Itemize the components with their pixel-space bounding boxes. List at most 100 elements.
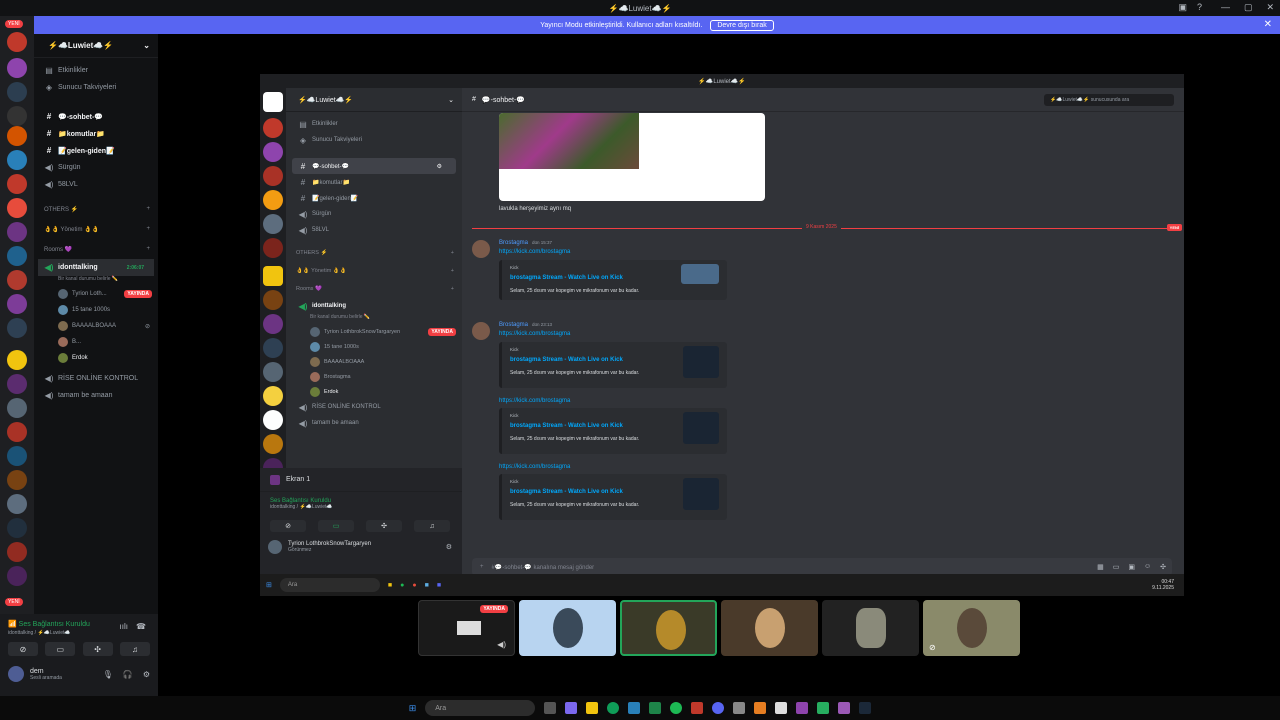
category-yonetim[interactable]: 👌👌 Yönetim 👌👌 + [34,219,158,239]
server-icon[interactable] [7,198,27,218]
avatar [856,608,886,648]
windows-start-icon[interactable]: ⊞ [409,703,417,714]
boost-icon: ◈ [45,83,53,92]
server-icon[interactable] [7,374,27,394]
participant-tile[interactable] [620,600,717,656]
voice-channel-58lvl[interactable]: ◀) 58LVL [34,176,158,193]
server-icon[interactable] [7,58,27,78]
server-header[interactable]: ⚡☁️Luwiet☁️⚡ ⌄ [34,34,158,58]
channel-gelen-giden[interactable]: # 📝gelen-giden📝 [34,142,158,159]
server-icon[interactable] [7,246,27,266]
stream-voice-tamam: ◀) tamam be amaan [298,418,359,428]
server-icon[interactable] [7,222,27,242]
server-icon[interactable] [7,318,27,338]
app-icon[interactable] [775,702,788,714]
activities-button[interactable]: ✣ [82,642,113,656]
plus-icon[interactable]: + [146,226,150,232]
edge-icon[interactable] [607,702,620,714]
message-link: https://kick.com/brostagma [499,249,571,255]
inbox-icon[interactable]: ▣ [1178,2,1187,13]
screen-share-view[interactable]: ⚡☁️Luwiet☁️⚡ ⚡☁️Luwiet☁️⚡ ⌄ ▤ Etkinlikler … [260,74,1184,596]
excel-icon[interactable] [649,702,662,714]
close-icon[interactable]: ✕ [1266,2,1274,13]
participant-tile[interactable]: ⊘ [923,600,1020,656]
server-icon[interactable] [7,542,27,562]
spotify-icon[interactable] [670,702,683,714]
app-icon[interactable] [838,702,851,714]
server-icon[interactable] [7,126,27,146]
avatar [8,666,24,682]
file-explorer-icon[interactable] [586,702,599,714]
user-info[interactable]: dem Sesli aramada 🎙 🎧 ⚙ [8,666,150,682]
plus-icon[interactable]: + [146,206,150,212]
task-view-icon[interactable] [544,702,557,714]
participant-tile[interactable]: YAYINDA ◀) [418,600,515,656]
participant-tile[interactable] [822,600,919,656]
server-icon[interactable] [7,294,27,314]
server-icon[interactable] [7,32,27,52]
word-icon[interactable] [628,702,641,714]
server-icon[interactable] [7,174,27,194]
voice-member[interactable]: B... [34,334,158,350]
voice-member[interactable]: Erdok [34,350,158,366]
app-icon[interactable] [754,702,767,714]
screen-share-button[interactable]: ▭ [45,642,76,656]
category-others[interactable]: OTHERS ⚡ + [34,199,158,219]
microphone-icon[interactable]: 🎙 [103,670,113,679]
stream-server-header: ⚡☁️Luwiet☁️⚡ ⌄ [286,88,462,112]
netflix-icon[interactable] [691,702,704,714]
settings-gear-icon[interactable]: ⚙ [143,670,150,679]
app-icon[interactable] [796,702,809,714]
avatar [310,356,320,367]
help-icon[interactable]: ? [1197,2,1202,13]
server-icon[interactable] [7,350,27,370]
server-icon[interactable] [7,106,27,126]
boosts-item[interactable]: ◈ Sunucu Takviyeleri [34,79,158,96]
server-icon [263,362,283,382]
server-icon[interactable] [7,470,27,490]
server-icon[interactable] [7,422,27,442]
voice-channel-surgun[interactable]: ◀) Sürgün [34,159,158,176]
category-rooms[interactable]: Rooms 💜 + [34,239,158,259]
disable-streamer-mode-button[interactable]: Devre dışı bırak [710,19,774,31]
server-icon[interactable] [7,150,27,170]
app-icon[interactable] [733,702,746,714]
soundboard-button[interactable]: ♫ [119,642,150,656]
minimize-icon[interactable]: — [1221,2,1230,13]
server-icon[interactable] [7,82,27,102]
server-icon[interactable] [7,270,27,290]
channel-komutlar[interactable]: # 📁komutlar📁 [34,125,158,142]
discord-icon[interactable] [712,702,725,714]
participant-tile[interactable] [519,600,616,656]
participant-tile[interactable] [721,600,818,656]
maximize-icon[interactable]: ▢ [1244,2,1253,13]
headphones-icon[interactable]: 🎧 [123,670,133,679]
copilot-icon[interactable] [565,702,578,714]
notion-icon [263,92,283,112]
banner-close-icon[interactable]: ✕ [1264,19,1272,30]
voice-channel-rise[interactable]: ◀) RİSE ONLİNE KONTROL [34,370,158,387]
steam-icon[interactable] [859,702,872,714]
camera-button[interactable]: ⊘ [8,642,38,656]
server-icon[interactable] [7,566,27,586]
server-icon[interactable] [7,518,27,538]
taskbar-search[interactable]: Ara [425,700,536,716]
channel-sohbet[interactable]: # 💬-sohbet-💬 [34,108,158,125]
embed-thumbnail [683,412,719,444]
disconnect-icon[interactable]: ☎ [136,622,146,631]
plus-icon[interactable]: + [146,246,150,252]
noise-suppression-icon[interactable]: ıılı [120,622,128,631]
voice-member[interactable]: Tyrion Loth... YAYINDA [34,286,158,302]
app-icon[interactable] [817,702,830,714]
voice-connection-status[interactable]: 📶 Ses Bağlantısı Kuruldu idonttalking / … [8,620,90,636]
stream-voice-member: Erdok [286,384,462,399]
server-icon[interactable] [7,398,27,418]
voice-status[interactable]: Bir kanal durumu belirle ✏️ [34,276,158,286]
voice-member[interactable]: BAAAALBOAAA ⊘ [34,318,158,334]
voice-member[interactable]: 15 tane 1000s [34,302,158,318]
server-icon[interactable] [7,494,27,514]
server-icon[interactable] [7,446,27,466]
events-item[interactable]: ▤ Etkinlikler [34,62,158,79]
voice-channel-idonttalking[interactable]: ◀) idonttalking 2:06:07 [38,259,154,276]
voice-channel-tamam[interactable]: ◀) tamam be amaan [34,387,158,404]
